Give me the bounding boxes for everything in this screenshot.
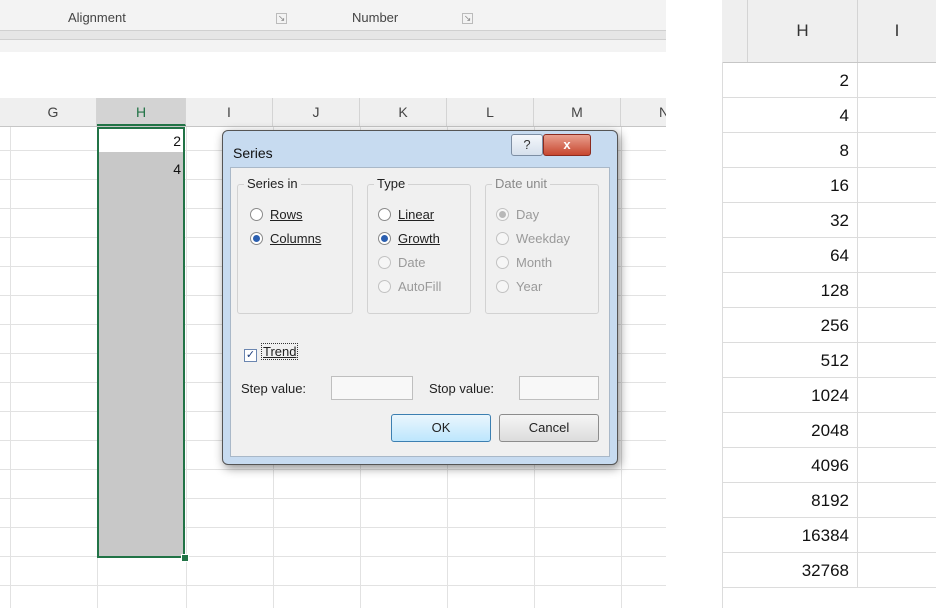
selected-range-h[interactable]: 2 4 <box>97 127 185 558</box>
stop-value-label: Stop value: <box>429 381 495 396</box>
right-cell-h[interactable]: 8 <box>722 133 858 167</box>
right-row: 64 <box>722 238 936 273</box>
right-row: 32768 <box>722 553 936 588</box>
right-cell-h[interactable]: 4 <box>722 98 858 132</box>
right-row: 8 <box>722 133 936 168</box>
type-autofill-option: AutoFill <box>378 279 441 294</box>
step-value-input[interactable] <box>331 376 413 400</box>
date-unit-weekday-option: Weekday <box>496 231 570 246</box>
help-icon[interactable]: ? <box>511 134 543 156</box>
radio-month <box>496 256 509 269</box>
right-row: 16384 <box>722 518 936 553</box>
radio-autofill <box>378 280 391 293</box>
right-corner-cell <box>722 0 748 62</box>
right-row: 256 <box>722 308 936 343</box>
dialog-title: Series <box>233 145 273 161</box>
right-cell-h[interactable]: 64 <box>722 238 858 272</box>
ribbon-group-bar: Alignment ↘ Number ↘ <box>0 0 666 53</box>
trend-checkbox[interactable]: ✓ <box>244 349 257 362</box>
column-header-l[interactable]: L <box>447 98 534 126</box>
cell-h1[interactable]: 2 <box>99 133 181 149</box>
right-row: 32 <box>722 203 936 238</box>
right-row: 2 <box>722 63 936 98</box>
ribbon-divider <box>0 30 666 40</box>
right-cell-h[interactable]: 128 <box>722 273 858 307</box>
type-growth-option[interactable]: Growth <box>378 231 440 246</box>
right-row: 4 <box>722 98 936 133</box>
step-value-label: Step value: <box>241 381 307 396</box>
stop-value-input[interactable] <box>519 376 599 400</box>
series-in-columns-option[interactable]: Columns <box>250 231 321 246</box>
number-launcher-icon[interactable]: ↘ <box>462 13 473 24</box>
column-header-i[interactable]: I <box>186 98 273 126</box>
cancel-button[interactable]: Cancel <box>499 414 599 442</box>
series-in-rows-option[interactable]: Rows <box>250 207 303 222</box>
series-dialog: Series ? x Series in Rows Columns Type L… <box>222 130 618 465</box>
right-row: 1024 <box>722 378 936 413</box>
right-cell-h[interactable]: 2 <box>722 63 858 97</box>
right-cell-h[interactable]: 4096 <box>722 448 858 482</box>
series-in-group: Series in Rows Columns <box>237 176 353 314</box>
radio-date <box>378 256 391 269</box>
right-row: 2048 <box>722 413 936 448</box>
right-cell-h[interactable]: 32 <box>722 203 858 237</box>
type-linear-option[interactable]: Linear <box>378 207 434 222</box>
column-header-m[interactable]: M <box>534 98 621 126</box>
date-unit-year-option: Year <box>496 279 542 294</box>
right-cell-h[interactable]: 16384 <box>722 518 858 552</box>
right-column-header-h[interactable]: H <box>748 0 858 62</box>
left-spreadsheet-panel: Alignment ↘ Number ↘ G H I J K L M N 2 4… <box>0 0 666 608</box>
radio-day <box>496 208 509 221</box>
type-group: Type Linear Growth Date AutoFill <box>367 176 471 314</box>
radio-columns[interactable] <box>250 232 263 245</box>
cell-h2[interactable]: 4 <box>99 161 181 177</box>
radio-linear[interactable] <box>378 208 391 221</box>
ribbon-group-number: Number <box>352 10 399 25</box>
date-unit-legend: Date unit <box>492 176 551 191</box>
right-cell-h[interactable]: 512 <box>722 343 858 377</box>
type-legend: Type <box>374 176 409 191</box>
ok-button[interactable]: OK <box>391 414 491 442</box>
right-row-empty <box>722 588 936 608</box>
radio-growth[interactable] <box>378 232 391 245</box>
right-cell-h[interactable]: 8192 <box>722 483 858 517</box>
right-row: 8192 <box>722 483 936 518</box>
column-header-j[interactable]: J <box>273 98 360 126</box>
right-cell-h[interactable]: 16 <box>722 168 858 202</box>
type-date-option: Date <box>378 255 425 270</box>
column-header-n[interactable]: N <box>621 98 666 126</box>
ribbon-group-alignment: Alignment <box>68 10 126 25</box>
right-cell-h[interactable]: 32768 <box>722 553 858 587</box>
formula-bar-area <box>0 52 666 98</box>
right-row: 128 <box>722 273 936 308</box>
close-icon[interactable]: x <box>543 134 591 156</box>
right-cell-h[interactable]: 2048 <box>722 413 858 447</box>
right-row: 4096 <box>722 448 936 483</box>
trend-checkbox-row[interactable]: ✓ Trend <box>244 343 299 362</box>
column-header-h[interactable]: H <box>97 98 186 126</box>
date-unit-group: Date unit Day Weekday Month Year <box>485 176 599 314</box>
dialog-body: Series in Rows Columns Type Linear Growt… <box>230 167 610 457</box>
right-row: 512 <box>722 343 936 378</box>
radio-weekday <box>496 232 509 245</box>
series-in-legend: Series in <box>244 176 301 191</box>
alignment-launcher-icon[interactable]: ↘ <box>276 13 287 24</box>
column-header-row: G H I J K L M N <box>0 98 666 127</box>
right-cell-h[interactable]: 256 <box>722 308 858 342</box>
fill-handle[interactable] <box>181 554 189 562</box>
column-header-k[interactable]: K <box>360 98 447 126</box>
radio-rows[interactable] <box>250 208 263 221</box>
right-cell-h[interactable]: 1024 <box>722 378 858 412</box>
right-spreadsheet-panel: H I 2 4 8 16 32 64 128 256 512 1024 2048 4096 8192 16… <box>722 0 936 608</box>
trend-label: Trend <box>261 343 299 360</box>
right-row: 16 <box>722 168 936 203</box>
right-column-header-row: H I <box>722 0 936 63</box>
date-unit-day-option: Day <box>496 207 539 222</box>
radio-year <box>496 280 509 293</box>
column-header-g[interactable]: G <box>10 98 97 126</box>
right-column-header-i[interactable]: I <box>858 0 936 62</box>
date-unit-month-option: Month <box>496 255 552 270</box>
